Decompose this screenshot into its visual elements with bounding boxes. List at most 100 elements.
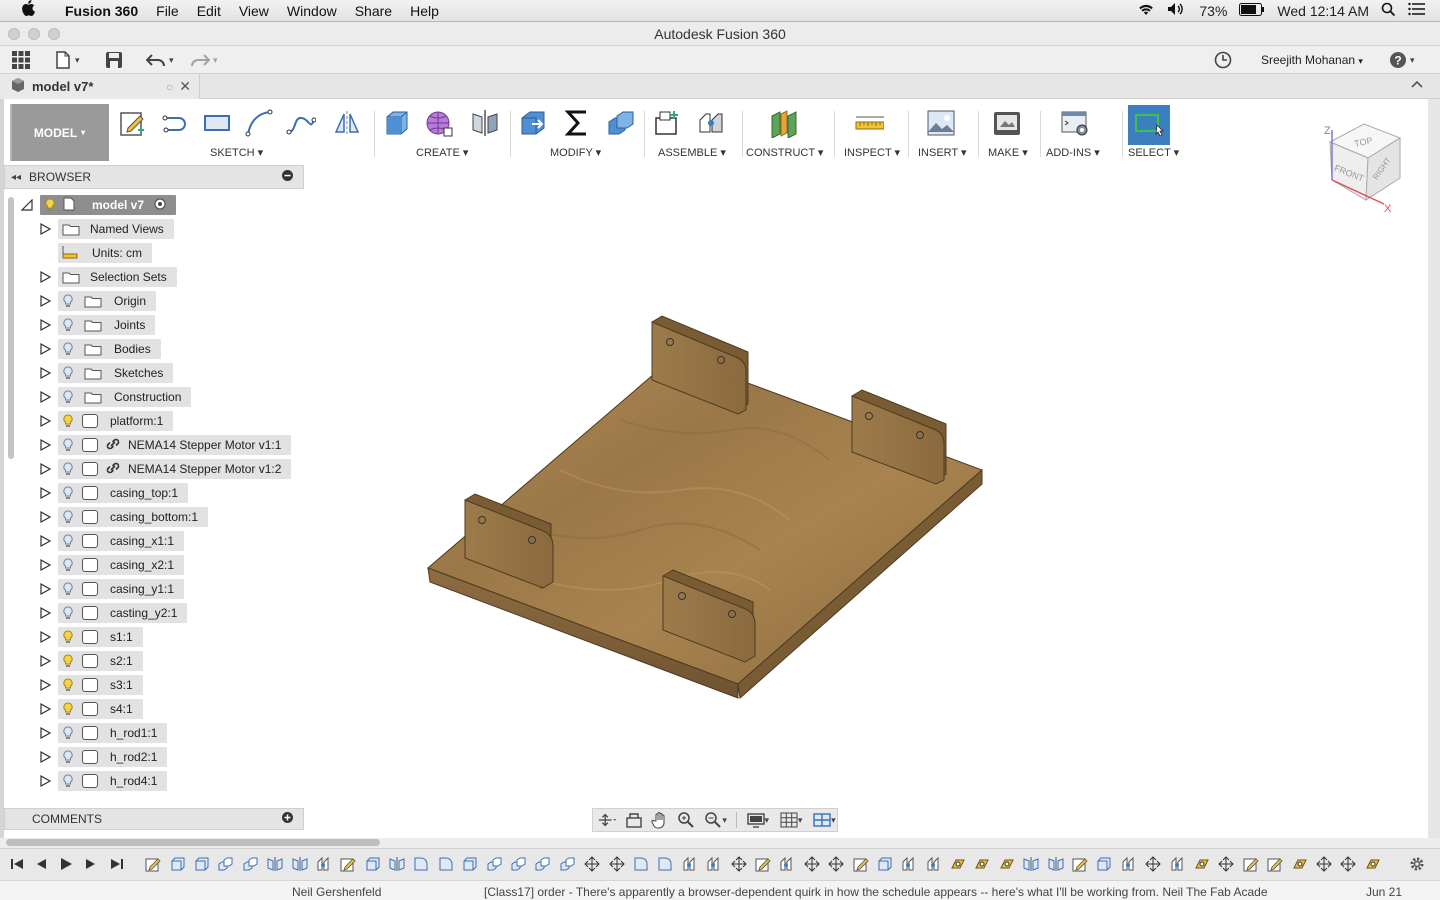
browser-tree-node[interactable]: casing_bottom:1	[58, 507, 209, 527]
menu-app-name[interactable]: Fusion 360	[56, 3, 147, 19]
select-window-icon[interactable]	[1128, 105, 1170, 145]
file-menu-button[interactable]: ▾	[54, 50, 80, 70]
browser-tree-node[interactable]: s4:1	[58, 699, 143, 719]
wifi-icon[interactable]	[1137, 2, 1155, 19]
browser-tree-node[interactable]: Selection Sets	[58, 267, 177, 287]
activate-radio-icon[interactable]	[154, 198, 166, 213]
volume-icon[interactable]	[1167, 2, 1187, 19]
browser-tree-node[interactable]: casing_x2:1	[58, 555, 185, 575]
timeline-feature-move-icon[interactable]	[1313, 855, 1335, 873]
timeline-feature-fillet-icon[interactable]	[410, 855, 432, 873]
make-menu[interactable]: MAKE ▾	[988, 146, 1028, 159]
browser-tree-node[interactable]: casting_y2:1	[58, 603, 188, 623]
viewports-icon[interactable]: ▾	[812, 811, 837, 829]
line-icon[interactable]	[158, 106, 192, 140]
timeline-feature-hole-icon[interactable]	[971, 855, 993, 873]
menu-help[interactable]: Help	[401, 3, 448, 19]
visibility-bulb-icon[interactable]	[62, 702, 74, 716]
timeline-settings-gear-icon[interactable]	[1408, 855, 1426, 873]
joint-icon[interactable]	[694, 106, 728, 140]
add-comment-icon[interactable]	[282, 812, 293, 826]
collapse-browser-icon[interactable]: ◂◂	[11, 172, 21, 183]
visibility-bulb-icon[interactable]	[62, 726, 74, 740]
timeline-feature-joint-icon[interactable]	[679, 855, 701, 873]
timeline-feature-sketch-icon[interactable]	[1264, 855, 1286, 873]
viewcube[interactable]: TOP FRONT RIGHT Z X	[1318, 118, 1418, 218]
timeline-feature-combine-icon[interactable]	[483, 855, 505, 873]
grid-settings-icon[interactable]: ▾	[778, 811, 803, 829]
visibility-bulb-icon[interactable]	[44, 198, 56, 212]
visibility-bulb-icon[interactable]	[62, 510, 74, 524]
visibility-bulb-icon[interactable]	[62, 486, 74, 500]
timeline-feature-move-icon[interactable]	[1215, 855, 1237, 873]
data-panel-grid-icon[interactable]	[11, 50, 31, 70]
menu-share[interactable]: Share	[346, 3, 401, 19]
timeline-feature-joint-icon[interactable]	[1118, 855, 1140, 873]
create-menu[interactable]: CREATE ▾	[416, 146, 468, 159]
visibility-bulb-icon[interactable]	[62, 558, 74, 572]
expand-triangle-icon[interactable]	[39, 582, 52, 596]
expand-triangle-icon[interactable]	[39, 414, 52, 428]
undo-icon[interactable]: ▾	[146, 50, 174, 70]
mirror-sketch-icon[interactable]	[330, 106, 364, 140]
menubar-clock[interactable]: Wed 12:14 AM	[1277, 3, 1369, 19]
timeline-feature-mirror-icon[interactable]	[386, 855, 408, 873]
visibility-bulb-icon[interactable]	[62, 534, 74, 548]
timeline-feature-extrude-icon[interactable]	[874, 855, 896, 873]
expand-triangle-icon[interactable]	[39, 342, 52, 356]
timeline-feature-move-icon[interactable]	[1142, 855, 1164, 873]
browser-tree-node[interactable]: h_rod1:1	[58, 723, 168, 743]
timeline-previous-icon[interactable]	[32, 855, 50, 873]
visibility-bulb-icon[interactable]	[62, 582, 74, 596]
workspace-switcher-button[interactable]: MODEL ▾	[10, 104, 109, 161]
rectangle-icon[interactable]	[200, 106, 234, 140]
menu-view[interactable]: View	[230, 3, 278, 19]
close-tab-icon[interactable]: ✕	[179, 78, 191, 95]
timeline-feature-sketch-icon[interactable]	[752, 855, 774, 873]
timeline-feature-sketch-icon[interactable]	[849, 855, 871, 873]
expand-triangle-icon[interactable]	[39, 678, 52, 692]
expand-triangle-icon[interactable]	[39, 774, 52, 788]
expand-triangle-icon[interactable]	[39, 750, 52, 764]
visibility-bulb-icon[interactable]	[62, 390, 74, 404]
pan-hand-icon[interactable]	[651, 811, 669, 829]
timeline-feature-mirror-icon[interactable]	[1020, 855, 1042, 873]
expand-triangle-icon[interactable]	[39, 558, 52, 572]
browser-minimize-icon[interactable]	[282, 170, 293, 184]
browser-tree-node[interactable]: NEMA14 Stepper Motor v1:2	[58, 459, 292, 479]
expand-triangle-icon[interactable]	[39, 654, 52, 668]
timeline-feature-hole-icon[interactable]	[996, 855, 1018, 873]
timeline-feature-sketch-icon[interactable]	[337, 855, 359, 873]
menu-window[interactable]: Window	[278, 3, 346, 19]
timeline-feature-sketch-icon[interactable]	[1069, 855, 1091, 873]
timeline-feature-joint-icon[interactable]	[313, 855, 335, 873]
fit-zoom-icon[interactable]: ▾	[703, 811, 728, 829]
expand-triangle-icon[interactable]	[39, 534, 52, 548]
sphere-mesh-icon[interactable]	[422, 106, 456, 140]
timeline-feature-combine-icon[interactable]	[557, 855, 579, 873]
browser-tree-node[interactable]: platform:1	[58, 411, 174, 431]
timeline-feature-joint-icon[interactable]	[1166, 855, 1188, 873]
redo-icon[interactable]: ▾	[190, 50, 218, 70]
timeline-feature-joint-icon[interactable]	[898, 855, 920, 873]
3d-print-icon[interactable]	[990, 106, 1024, 140]
sketch-menu[interactable]: SKETCH ▾	[210, 146, 263, 159]
timeline-feature-combine-icon[interactable]	[215, 855, 237, 873]
visibility-bulb-icon[interactable]	[62, 774, 74, 788]
timeline-feature-move-icon[interactable]	[605, 855, 627, 873]
create-sketch-icon[interactable]	[116, 106, 150, 140]
expand-triangle-icon[interactable]	[39, 726, 52, 740]
zoom-icon[interactable]	[677, 811, 695, 829]
assemble-menu[interactable]: ASSEMBLE ▾	[658, 146, 726, 159]
display-settings-icon[interactable]: ▾	[745, 811, 770, 829]
timeline-feature-sketch-icon[interactable]	[142, 855, 164, 873]
visibility-bulb-icon[interactable]	[62, 750, 74, 764]
visibility-bulb-icon[interactable]	[62, 606, 74, 620]
timeline-feature-extrude-icon[interactable]	[1093, 855, 1115, 873]
timeline-feature-joint-icon[interactable]	[776, 855, 798, 873]
insert-image-icon[interactable]	[924, 106, 958, 140]
combine-icon[interactable]	[604, 106, 638, 140]
new-component-icon[interactable]	[650, 106, 684, 140]
extrude-icon[interactable]	[380, 106, 414, 140]
timeline-feature-joint-icon[interactable]	[703, 855, 725, 873]
